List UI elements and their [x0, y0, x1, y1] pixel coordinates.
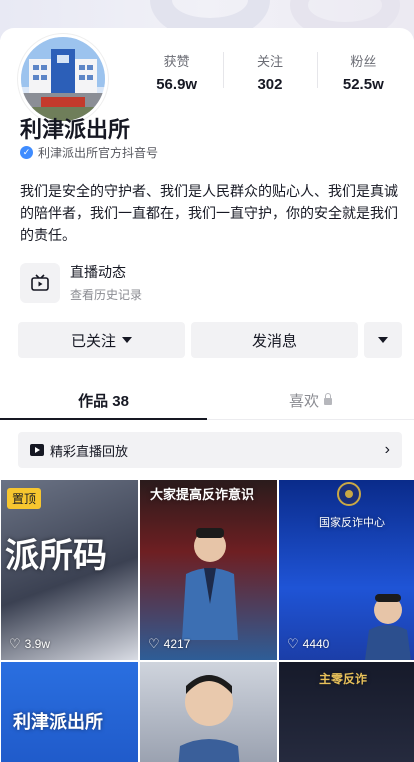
followed-label: 已关注	[70, 332, 116, 350]
content-tabs: 作品 38 喜欢	[0, 382, 414, 420]
stat-value: 52.5w	[342, 76, 384, 93]
verification-text: 利津派出所官方抖音号	[38, 146, 159, 160]
live-replay-bar[interactable]: 精彩直播回放 ›	[18, 432, 402, 468]
video-likes: ♡ 3.9w	[9, 636, 50, 652]
replay-video-icon	[30, 444, 44, 456]
video-likes: ♡ 4440	[287, 636, 329, 652]
video-tile[interactable]: 利津派出所	[1, 662, 138, 762]
stat-likes[interactable]: 获赞 56.9w	[130, 42, 223, 102]
stat-value: 56.9w	[156, 76, 198, 93]
video-tile[interactable]: 国家反诈中心 ♡ 4440	[279, 480, 414, 660]
replay-label: 精彩直播回放	[50, 443, 129, 459]
video-overlay-text: 派所码	[5, 537, 107, 575]
lock-icon	[324, 393, 332, 405]
video-overlay-text: 利津派出所	[13, 712, 103, 732]
chevron-right-icon: ›	[384, 441, 390, 458]
tab-label: 作品 38	[78, 393, 129, 410]
tv-icon	[20, 262, 60, 303]
verification-badge: ✓ 利津派出所官方抖音号	[20, 144, 158, 161]
stat-value: 302	[257, 76, 283, 93]
followed-button[interactable]: 已关注	[18, 322, 185, 358]
stat-label: 关注	[256, 54, 283, 69]
profile-card: 获赞 56.9w 关注 302 粉丝 52.5w 利津派出所 ✓ 利津派出所官方…	[0, 28, 414, 762]
stat-label: 获赞	[163, 54, 190, 69]
video-like-count: 3.9w	[24, 637, 51, 651]
live-subtitle: 查看历史记录	[70, 288, 143, 302]
action-buttons: 已关注 发消息	[18, 322, 402, 358]
message-label: 发消息	[251, 332, 297, 350]
heart-icon: ♡	[148, 636, 160, 651]
caret-down-icon	[122, 337, 132, 343]
live-title: 直播动态	[70, 264, 126, 280]
profile-name: 利津派出所	[20, 117, 131, 142]
heart-icon: ♡	[9, 636, 21, 651]
live-history-entry[interactable]: 直播动态 查看历史记录	[20, 262, 142, 303]
video-overlay-text: 大家提高反诈意识	[150, 487, 255, 502]
video-tile[interactable]	[140, 662, 277, 762]
video-like-count: 4440	[302, 637, 330, 651]
video-overlay-text: 国家反诈中心	[319, 517, 385, 529]
verified-check-icon: ✓	[20, 146, 33, 159]
heart-icon: ♡	[287, 636, 299, 651]
stat-label: 粉丝	[350, 54, 377, 69]
tab-works[interactable]: 作品 38	[0, 382, 207, 420]
avatar[interactable]	[18, 34, 108, 124]
video-likes: ♡ 4217	[148, 636, 190, 652]
video-tile[interactable]: 主零反诈	[279, 662, 414, 762]
stats-bar: 获赞 56.9w 关注 302 粉丝 52.5w	[130, 42, 410, 102]
video-tile[interactable]: 派所码 置顶 ♡ 3.9w	[1, 480, 138, 660]
profile-bio: 我们是安全的守护者、我们是人民群众的贴心人、我们是真诚的陪伴者，我们一直都在，我…	[20, 183, 398, 243]
more-options-button[interactable]	[364, 322, 402, 358]
video-like-count: 4217	[163, 637, 191, 651]
stat-followers[interactable]: 粉丝 52.5w	[316, 42, 410, 102]
video-overlay-text: 主零反诈	[319, 672, 368, 686]
caret-down-icon	[378, 337, 388, 343]
tab-likes[interactable]: 喜欢	[207, 382, 414, 419]
video-tile[interactable]: 大家提高反诈意识 ♡ 4217	[140, 480, 277, 660]
tab-label: 喜欢	[288, 393, 319, 410]
pinned-badge: 置顶	[7, 488, 42, 509]
message-button[interactable]: 发消息	[191, 322, 358, 358]
stat-following[interactable]: 关注 302	[223, 42, 316, 102]
